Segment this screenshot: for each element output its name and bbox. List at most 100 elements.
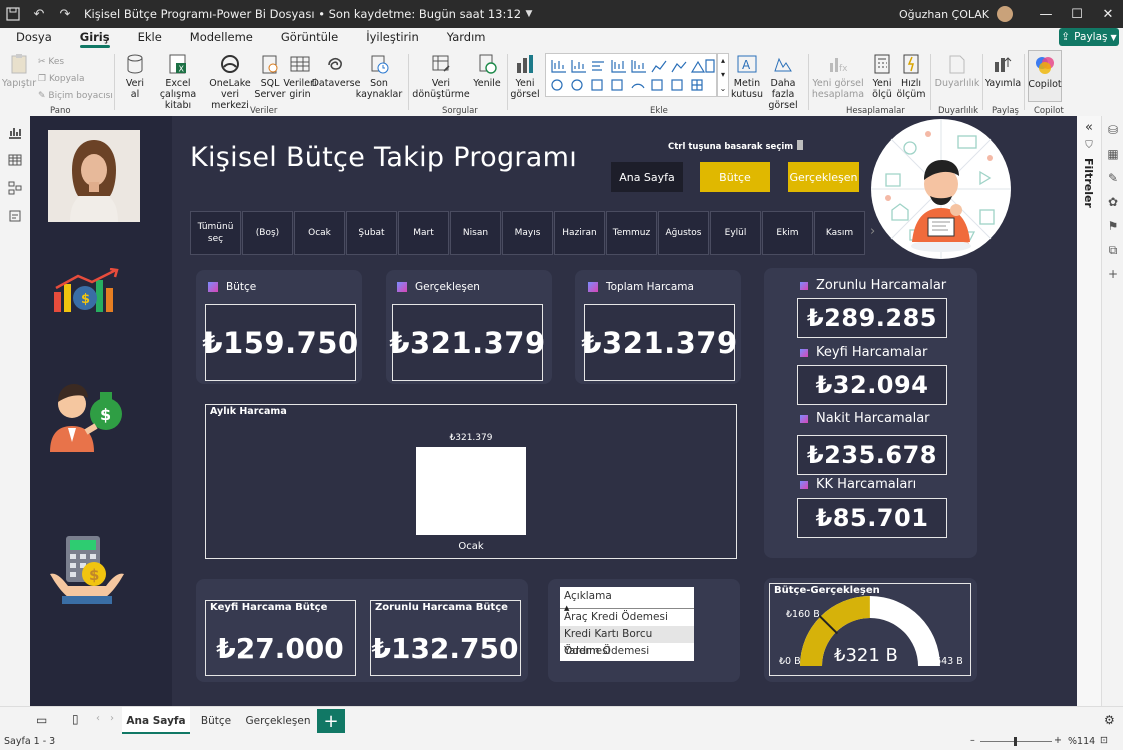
fit-to-page-icon[interactable]: ⊡ (1100, 735, 1108, 746)
copy-button[interactable]: ❐ Kopyala (38, 71, 113, 88)
add-page-button[interactable]: + (317, 709, 345, 733)
prev-page-icon[interactable]: ‹ (96, 713, 100, 724)
page-tab-home[interactable]: Ana Sayfa (122, 707, 190, 735)
maximize-icon[interactable]: ☐ (1062, 0, 1092, 28)
month-option-select-all[interactable]: Tümünü seç (190, 211, 241, 255)
visualizations-pane-icon[interactable]: ▦ (1102, 142, 1123, 166)
cut-button[interactable]: ✂ Kes (38, 54, 113, 71)
nav-button-home[interactable]: Ana Sayfa (611, 162, 683, 192)
save-icon[interactable] (0, 0, 26, 28)
add-pane-icon[interactable]: + (1102, 262, 1123, 286)
next-page-icon[interactable]: › (110, 713, 114, 724)
user-account[interactable]: Oğuzhan ÇOLAK (899, 0, 1013, 28)
gauge-target-label: ₺160 B (786, 609, 820, 620)
transform-data-button[interactable]: Veri dönüştürme (412, 50, 470, 100)
month-option-october[interactable]: Ekim (762, 211, 813, 255)
excel-button[interactable]: X Excel çalışma kitabı (150, 50, 206, 111)
chart-bar[interactable] (416, 447, 526, 535)
bookmarks-icon[interactable]: ⚑ (1102, 214, 1123, 238)
month-option-july[interactable]: Temmuz (606, 211, 657, 255)
window-title: Kişisel Bütçe Programı-Power Bi Dosyası … (84, 7, 522, 21)
table-view-icon[interactable] (0, 146, 30, 174)
budget-actual-gauge[interactable]: Bütçe-Gerçekleşen ₺160 B ₺0 B ₺643 B ₺32… (769, 583, 971, 676)
format-painter-button[interactable]: ✎ Biçim boyacısı (38, 88, 113, 105)
calculator-coins-icon: $ (48, 534, 126, 610)
zoom-in-icon[interactable]: + (1054, 735, 1062, 746)
list-item[interactable]: Yardım Ödemesi (560, 643, 694, 660)
total-spend-card-label: Toplam Harcama (588, 281, 694, 293)
expand-filters-icon[interactable]: « (1077, 116, 1101, 140)
new-visual-calc-button[interactable]: fx Yeni görsel hesaplama (812, 50, 864, 100)
model-view-icon[interactable] (0, 174, 30, 202)
dax-query-view-icon[interactable] (0, 202, 30, 230)
paste-button[interactable]: Yapıştır (2, 50, 36, 89)
tab-modeling[interactable]: Modelleme (176, 28, 267, 48)
filters-pane-collapsed[interactable]: « ⛉ Filtreler (1077, 116, 1101, 706)
month-option-january[interactable]: Ocak (294, 211, 345, 255)
format-pane-icon[interactable]: ✎ (1102, 166, 1123, 190)
new-measure-button[interactable]: Yeni ölçü (868, 50, 896, 100)
text-box-button[interactable]: A Metin kutusu (731, 50, 763, 100)
tab-file[interactable]: Dosya (0, 28, 66, 48)
dataverse-button[interactable]: Dataverse (312, 50, 360, 89)
dataverse-label: Dataverse (311, 78, 361, 89)
description-slicer[interactable]: Açıklama ▲ Araç Kredi Ödemesi Kredi Kart… (560, 587, 694, 661)
copilot-button[interactable]: Copilot (1028, 50, 1062, 102)
month-option-august[interactable]: Ağustos (658, 211, 709, 255)
report-view-icon[interactable] (0, 118, 30, 146)
refresh-button[interactable]: Yenile (470, 50, 504, 89)
data-pane-icon[interactable]: ⛁ (1102, 118, 1123, 142)
tab-view[interactable]: Görüntüle (267, 28, 352, 48)
recent-sources-button[interactable]: Son kaynaklar (356, 50, 402, 100)
zoom-slider-thumb[interactable] (1014, 737, 1017, 746)
month-option-september[interactable]: Eylül (710, 211, 761, 255)
list-item[interactable]: Araç Kredi Ödemesi (560, 609, 694, 626)
copilot-pane-icon[interactable]: ✿ (1102, 190, 1123, 214)
undo-icon[interactable]: ↶ (26, 0, 52, 28)
desktop-layout-icon[interactable]: ▭ (36, 713, 47, 727)
nav-button-budget[interactable]: Bütçe (700, 162, 770, 192)
sql-server-button[interactable]: SQL Server (254, 50, 286, 100)
close-icon[interactable]: ✕ (1093, 0, 1123, 28)
minimize-icon[interactable]: — (1031, 0, 1061, 28)
selection-pane-icon[interactable]: ⧉ (1102, 238, 1123, 262)
onelake-button[interactable]: OneLake veri merkezi (204, 50, 256, 111)
settings-gear-icon[interactable]: ⚙ (1104, 713, 1115, 727)
ctrl-toggle[interactable] (797, 140, 803, 150)
visuals-gallery[interactable] (545, 53, 717, 97)
mobile-layout-icon[interactable]: ▯ (72, 712, 79, 726)
month-option-june[interactable]: Haziran (554, 211, 605, 255)
month-option-march[interactable]: Mart (398, 211, 449, 255)
mandatory-budget-card: Zorunlu Harcama Bütçe ₺132.750 (370, 600, 521, 676)
list-item[interactable]: Kredi Kartı Borcu Ödemesi (560, 626, 694, 657)
month-option-february[interactable]: Şubat (346, 211, 397, 255)
sort-ascending-icon[interactable]: ▲ (564, 599, 569, 617)
sensitivity-button[interactable]: Duyarlılık (934, 50, 980, 89)
month-option-april[interactable]: Nisan (450, 211, 501, 255)
page-tab-budget[interactable]: Bütçe (194, 707, 238, 735)
quick-measure-button[interactable]: Hızlı ölçüm (896, 50, 926, 100)
redo-icon[interactable]: ↷ (52, 0, 78, 28)
get-data-button[interactable]: Veri al (120, 50, 150, 100)
tab-help[interactable]: Yardım (433, 28, 500, 48)
new-visual-button[interactable]: Yeni görsel (510, 50, 540, 100)
zoom-out-icon[interactable]: – (970, 735, 975, 746)
more-visuals-button[interactable]: Daha fazla görsel (762, 50, 804, 111)
description-slicer-header[interactable]: Açıklama ▲ (560, 587, 694, 612)
tab-home[interactable]: Giriş (66, 28, 124, 48)
chart-plot-area: ₺321.379 Ocak (416, 433, 526, 552)
month-option-blank[interactable]: (Boş) (242, 211, 293, 255)
month-option-may[interactable]: Mayıs (502, 211, 553, 255)
slicer-scroll-right-icon[interactable]: › (870, 224, 875, 239)
title-dropdown-icon[interactable]: ▼ (521, 0, 537, 28)
month-option-november[interactable]: Kasım (814, 211, 865, 255)
page-tab-actual[interactable]: Gerçekleşen (244, 707, 312, 735)
monthly-spending-chart[interactable]: Aylık Harcama ₺321.379 Ocak (205, 404, 737, 559)
tab-insert[interactable]: Ekle (124, 28, 176, 48)
nav-button-actual[interactable]: Gerçekleşen (788, 162, 859, 192)
tab-optimize[interactable]: İyileştirin (352, 28, 433, 48)
publish-button[interactable]: Yayımla (985, 50, 1021, 89)
enter-data-button[interactable]: Verileri girin (283, 50, 317, 100)
gallery-expand-icon[interactable]: ▴ ▾ ⌄ (717, 53, 729, 97)
share-button[interactable]: ⇪ Paylaş ▼ (1059, 28, 1119, 46)
